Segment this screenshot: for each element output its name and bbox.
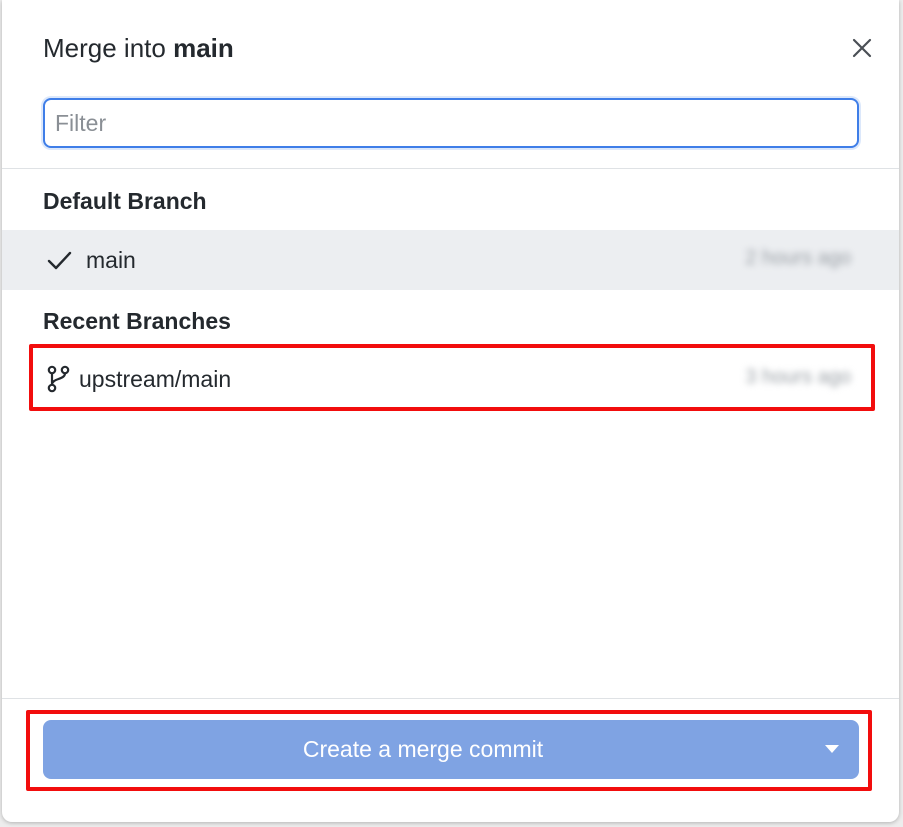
branch-row-upstream-main[interactable]: upstream/main 3 hours ago: [2, 349, 899, 409]
merge-button-label: Create a merge commit: [302, 736, 544, 762]
header-divider: [2, 168, 899, 169]
close-button[interactable]: [848, 34, 876, 62]
check-icon: [45, 247, 73, 275]
caret-down-icon[interactable]: [825, 745, 839, 753]
section-header-recent-branches: Recent Branches: [43, 308, 231, 334]
git-branch-icon: [44, 364, 72, 393]
branch-name: main: [86, 247, 136, 273]
section-header-default-branch: Default Branch: [43, 188, 207, 214]
close-icon: [852, 38, 872, 58]
branch-time: 2 hours ago: [745, 247, 851, 269]
branch-time: 3 hours ago: [745, 366, 851, 388]
filter-input[interactable]: [43, 98, 859, 148]
title-prefix: Merge into: [43, 33, 166, 63]
branch-name: upstream/main: [79, 366, 232, 392]
title-branch: main: [173, 33, 234, 63]
dialog-title: Merge into main: [43, 30, 234, 66]
branch-row-main[interactable]: main 2 hours ago: [2, 230, 899, 290]
merge-dialog: Merge into main Default Branch main 2 ho…: [2, 0, 899, 822]
create-merge-commit-button[interactable]: Create a merge commit: [43, 720, 859, 779]
footer-divider: [2, 698, 899, 699]
